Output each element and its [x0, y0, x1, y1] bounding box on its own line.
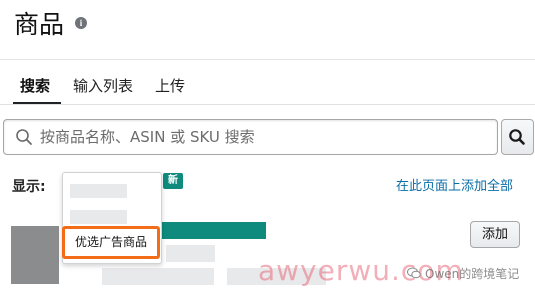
tab-upload[interactable]: 上传 [155, 76, 185, 96]
search-button[interactable] [501, 119, 534, 155]
wechat-icon [407, 267, 421, 279]
search-box[interactable] [3, 119, 498, 155]
info-icon[interactable]: i [75, 17, 87, 29]
dropdown-option-sponsored-products[interactable]: 优选广告商品 [62, 226, 160, 259]
search-icon [509, 129, 525, 145]
product-title-highlight [160, 222, 266, 239]
add-button[interactable]: 添加 [470, 221, 520, 248]
dropdown-option[interactable] [70, 210, 127, 224]
new-badge: 新 [163, 173, 183, 189]
header-divider [0, 59, 535, 60]
search-input[interactable] [40, 126, 490, 148]
product-detail-placeholder [102, 268, 214, 285]
page-title: 商品 [14, 10, 65, 39]
display-label: 显示: [12, 179, 46, 195]
dropdown-option[interactable] [70, 184, 127, 198]
watermark-author: Owen的跨境笔记 [425, 267, 520, 281]
search-icon [16, 129, 32, 145]
product-detail-placeholder [166, 245, 215, 262]
add-all-on-page-link[interactable]: 在此页面上添加全部 [396, 178, 513, 196]
tab-search[interactable]: 搜索 [20, 76, 50, 96]
tab-enter-list[interactable]: 输入列表 [73, 76, 133, 96]
product-image [11, 226, 59, 284]
tabs-divider [0, 104, 535, 105]
